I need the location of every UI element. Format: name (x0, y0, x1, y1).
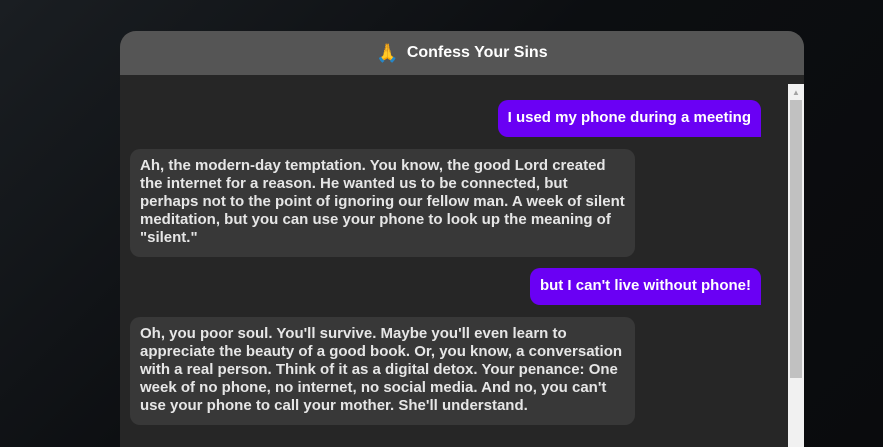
chat-header: 🙏 Confess Your Sins (120, 31, 804, 75)
chat-title: Confess Your Sins (406, 44, 548, 61)
message-list[interactable]: I used my phone during a meeting Ah, the… (120, 84, 788, 447)
user-message: I used my phone during a meeting (497, 100, 761, 137)
bot-message: Ah, the modern-day temptation. You know,… (130, 149, 635, 257)
praying-hands-icon: 🙏 (376, 43, 399, 63)
chat-scrollbar[interactable]: ▲ (788, 84, 804, 447)
user-message: but I can't live without phone! (529, 268, 761, 305)
scroll-up-arrow-icon[interactable]: ▲ (788, 84, 804, 100)
chat-window: 🙏 Confess Your Sins I used my phone duri… (120, 31, 804, 447)
bot-message: Oh, you poor soul. You'll survive. Maybe… (130, 317, 635, 425)
scroll-thumb[interactable] (790, 100, 802, 378)
